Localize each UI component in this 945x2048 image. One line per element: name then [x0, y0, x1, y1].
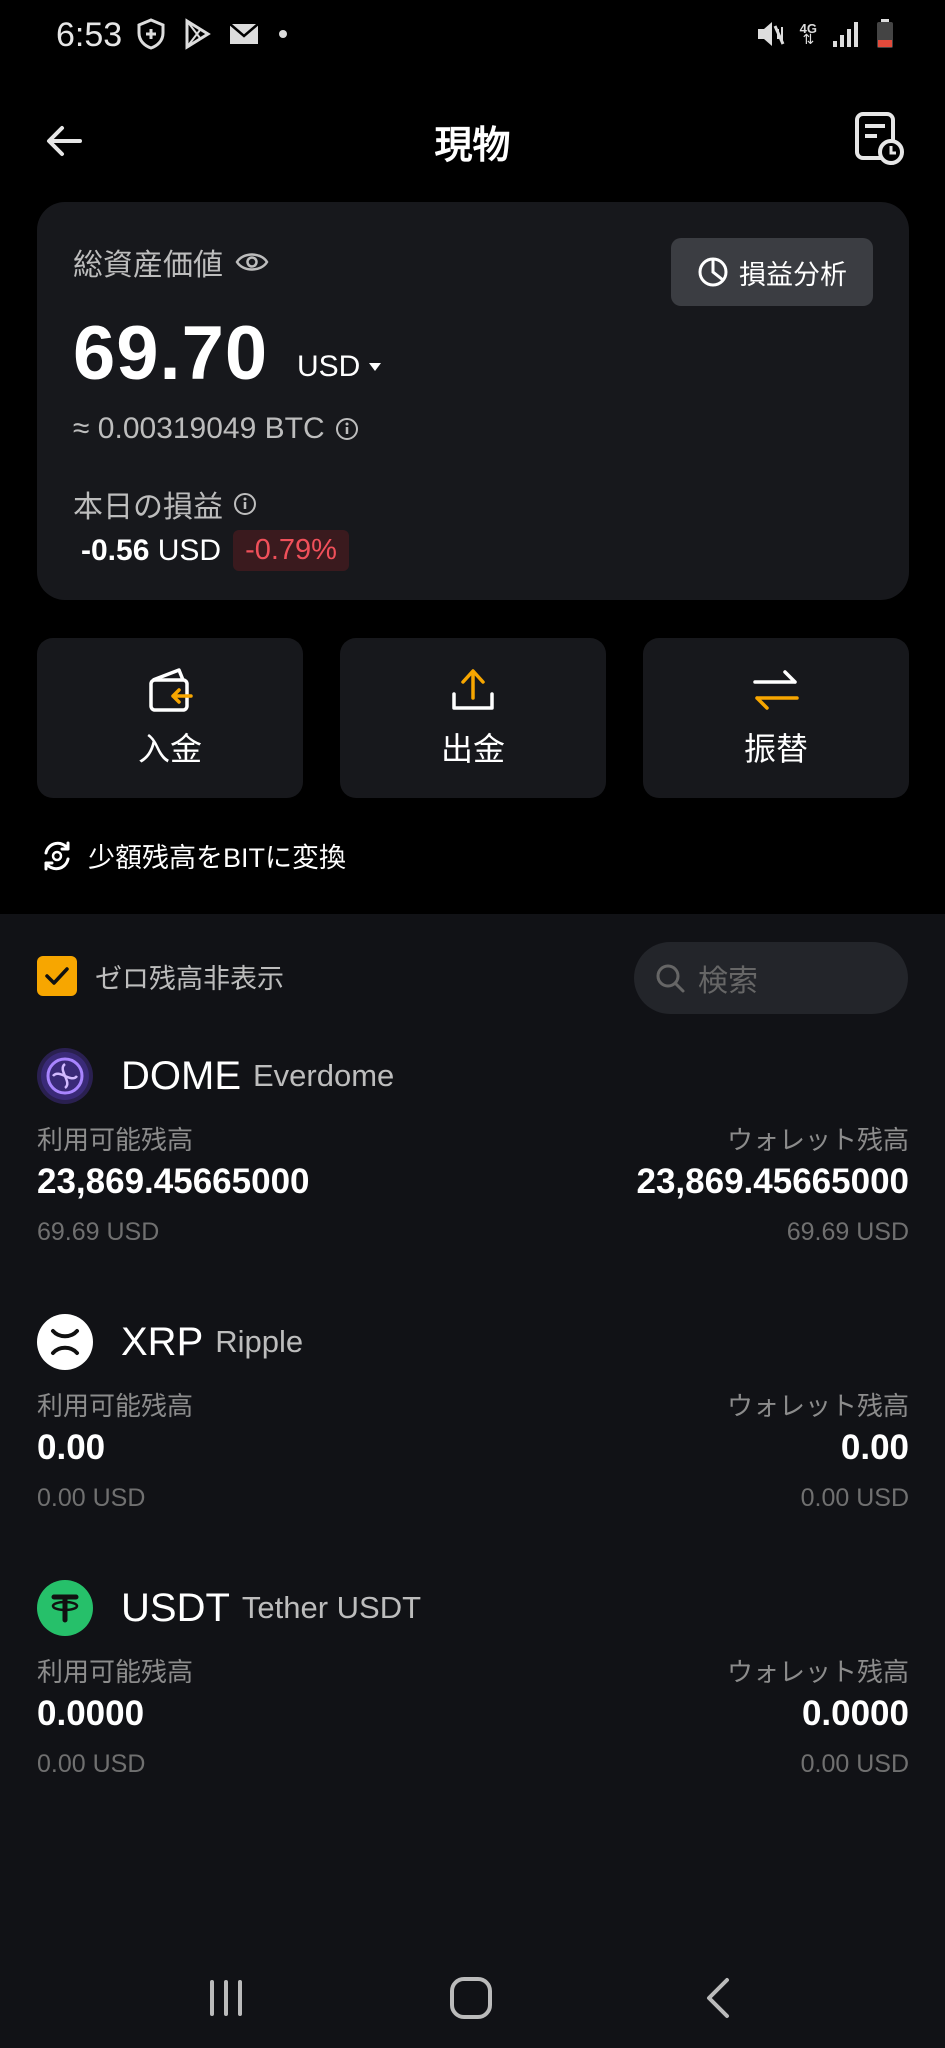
wallet-balance-label: ウォレット残高 — [726, 1657, 909, 1687]
coin-header: XRP Ripple — [37, 1314, 303, 1370]
deposit-icon — [149, 668, 193, 712]
deposit-label: 入金 — [137, 731, 202, 767]
coin-header: USDT Tether USDT — [37, 1580, 421, 1636]
coin-symbol: USDT — [121, 1585, 230, 1630]
search-placeholder: 検索 — [698, 965, 758, 998]
history-icon[interactable] — [853, 110, 905, 166]
dot-icon — [279, 30, 287, 38]
pnl-analysis-label: 損益分析 — [739, 259, 847, 290]
recent-apps-icon — [210, 1980, 242, 2016]
back-button[interactable] — [688, 1970, 748, 2026]
caret-down-icon — [369, 363, 382, 371]
pnl-analysis-button[interactable]: 損益分析 — [671, 238, 873, 306]
currency-selector[interactable]: USD — [297, 350, 382, 384]
network-icon: 4G ⇅ — [799, 21, 817, 47]
status-time: 6:53 — [56, 16, 123, 54]
mute-icon — [757, 22, 785, 46]
list-item[interactable]: XRP Ripple 利用可能残高 ウォレット残高 0.00 0.00 0.00… — [37, 1314, 909, 1544]
search-icon — [656, 964, 685, 993]
wallet-balance: 0.00 — [840, 1428, 909, 1467]
shield-icon — [137, 18, 165, 50]
available-balance-usd: 69.69 USD — [37, 1218, 160, 1246]
transfer-icon — [753, 670, 799, 710]
home-button[interactable] — [441, 1970, 501, 2026]
recent-apps-button[interactable] — [196, 1970, 256, 2026]
wallet-balance-label: ウォレット残高 — [726, 1391, 909, 1421]
system-nav-bar — [0, 1946, 945, 2046]
play-store-icon — [185, 18, 211, 50]
home-icon — [450, 1977, 492, 2019]
info-icon[interactable] — [233, 492, 257, 516]
convert-label: 少額残高をBITに変換 — [88, 843, 347, 873]
wallet-balance-usd: 0.00 USD — [800, 1484, 909, 1512]
wallet-balance-label: ウォレット残高 — [726, 1125, 909, 1155]
upload-icon — [452, 669, 494, 710]
info-icon[interactable] — [335, 417, 359, 441]
available-balance-usd: 0.00 USD — [37, 1750, 146, 1778]
transfer-button[interactable]: 振替 — [643, 638, 909, 798]
battery-icon — [877, 19, 893, 48]
status-left-icons — [136, 18, 290, 50]
mail-icon — [229, 23, 259, 44]
hide-zero-balance-label: ゼロ残高非表示 — [95, 963, 284, 994]
available-balance: 23,869.45665000 — [37, 1162, 310, 1201]
action-buttons: 入金 出金 振替 — [37, 638, 909, 798]
usdt-logo-icon — [37, 1580, 93, 1636]
checkmark-icon — [45, 967, 69, 985]
coin-name: Tether USDT — [241, 1590, 422, 1625]
list-item[interactable]: USDT Tether USDT 利用可能残高 ウォレット残高 0.0000 0… — [37, 1580, 909, 1810]
eye-icon[interactable] — [235, 250, 269, 274]
withdraw-button[interactable]: 出金 — [340, 638, 606, 798]
available-balance: 0.00 — [37, 1428, 106, 1467]
total-asset-label: 総資産価値 — [73, 249, 223, 282]
available-balance-label: 利用可能残高 — [37, 1657, 194, 1687]
coin-name: Ripple — [215, 1324, 304, 1359]
today-pnl-label-row: 本日の損益 — [73, 482, 257, 526]
today-pnl-row: -0.56 USD -0.79% — [81, 530, 349, 571]
btc-equivalent: ≈ 0.00319049 BTC — [73, 412, 325, 445]
coin-header: DOME Everdome — [37, 1048, 394, 1104]
available-balance-label: 利用可能残高 — [37, 1391, 194, 1421]
status-right-icons: 4G ⇅ — [754, 18, 895, 50]
page-title: 現物 — [434, 125, 511, 167]
today-pnl-label: 本日の損益 — [73, 491, 223, 524]
available-balance-usd: 0.00 USD — [37, 1484, 146, 1512]
total-amount: 69.70 — [73, 311, 269, 396]
wallet-balance-usd: 69.69 USD — [786, 1218, 909, 1246]
xrp-logo-icon — [37, 1314, 93, 1370]
today-pnl-percent-badge: -0.79% — [233, 530, 349, 571]
wallet-balance: 0.0000 — [801, 1694, 909, 1733]
coin-symbol: DOME — [121, 1053, 241, 1098]
signal-icon — [833, 22, 858, 47]
hide-zero-balance-toggle[interactable]: ゼロ残高非表示 — [37, 956, 284, 996]
list-item[interactable]: DOME Everdome 利用可能残高 ウォレット残高 23,869.4566… — [37, 1048, 909, 1278]
wallet-balance-usd: 0.00 USD — [800, 1750, 909, 1778]
withdraw-label: 出金 — [440, 731, 505, 767]
available-balance: 0.0000 — [37, 1694, 145, 1733]
dome-logo-icon — [37, 1048, 93, 1104]
coin-list-section: ゼロ残高非表示 検索 DOME Everdome 利用可能残高 ウォレット残高 … — [0, 914, 945, 2048]
convert-small-balance-link[interactable]: 少額残高をBITに変換 — [40, 836, 346, 875]
today-pnl-value: -0.56 — [81, 533, 150, 567]
pie-chart-icon — [698, 257, 728, 287]
search-input[interactable]: 検索 — [634, 942, 908, 1014]
top-bar: 現物 — [0, 100, 945, 180]
convert-icon — [44, 841, 70, 870]
available-balance-label: 利用可能残高 — [37, 1125, 194, 1155]
status-bar: 6:53 4G ⇅ — [0, 0, 945, 72]
btc-equivalent-row: ≈ 0.00319049 BTC — [73, 412, 359, 446]
checkbox[interactable] — [37, 956, 77, 996]
asset-card: 総資産価値 損益分析 69.70 USD ≈ 0.00319049 BTC 本日… — [37, 202, 909, 600]
deposit-button[interactable]: 入金 — [37, 638, 303, 798]
total-asset-label-row: 総資産価値 — [73, 240, 269, 284]
today-pnl-currency: USD — [157, 533, 222, 567]
back-chevron-icon — [707, 1978, 729, 2018]
transfer-label: 振替 — [743, 731, 808, 767]
currency-label: USD — [297, 350, 361, 383]
wallet-balance: 23,869.45665000 — [636, 1162, 910, 1201]
coin-symbol: XRP — [121, 1319, 204, 1364]
coin-name: Everdome — [253, 1058, 395, 1093]
